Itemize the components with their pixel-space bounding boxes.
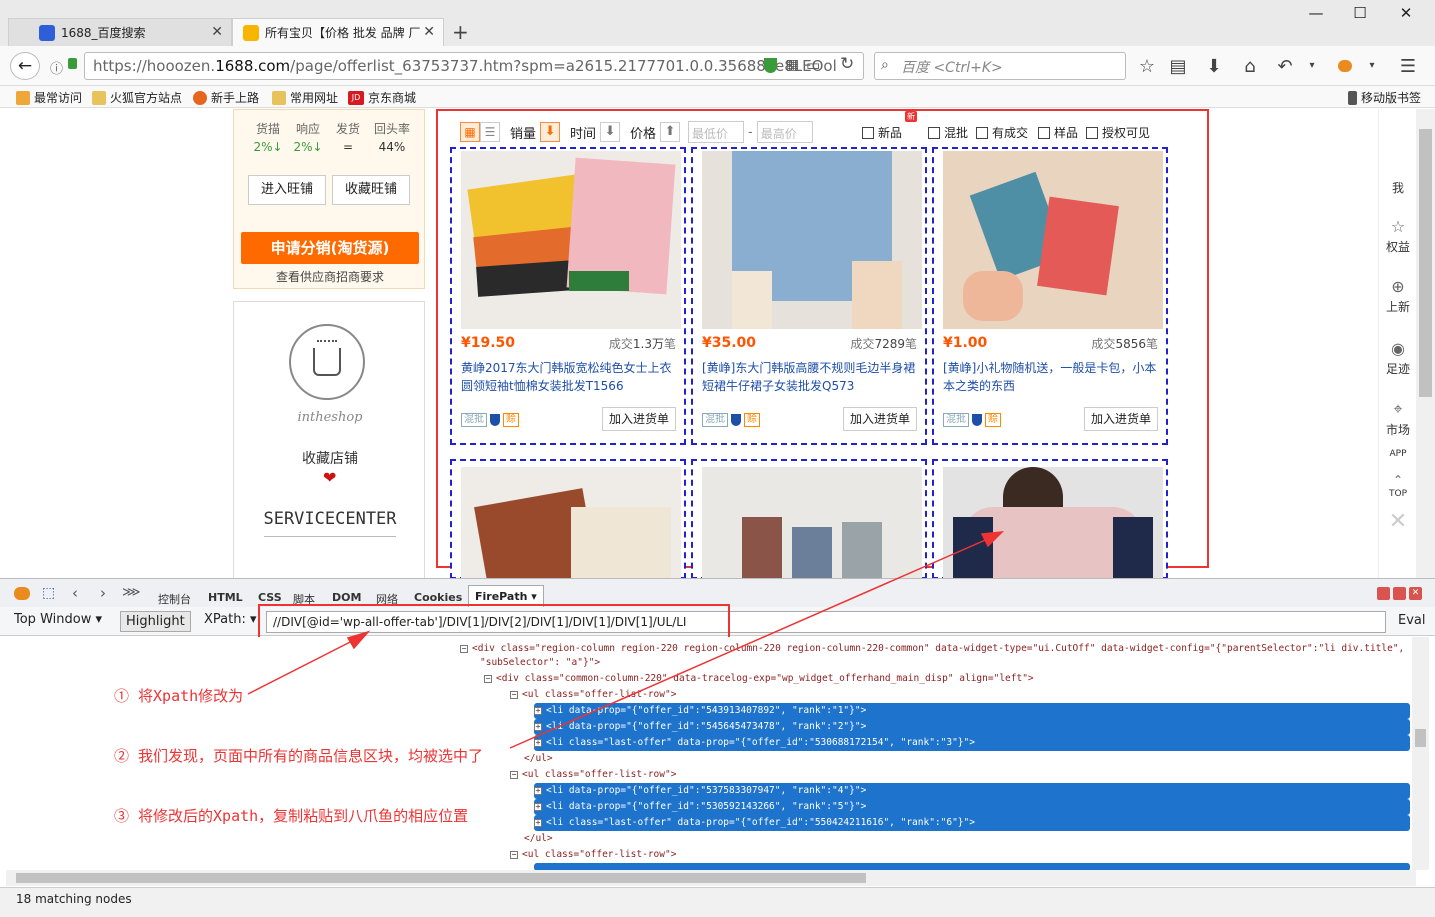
- arrow-1: [247, 637, 359, 695]
- annotation-arrows: [247, 531, 1005, 749]
- arrow-2: [509, 537, 991, 749]
- arrow-1-head: [346, 630, 371, 650]
- arrow-2-head: [980, 531, 1005, 548]
